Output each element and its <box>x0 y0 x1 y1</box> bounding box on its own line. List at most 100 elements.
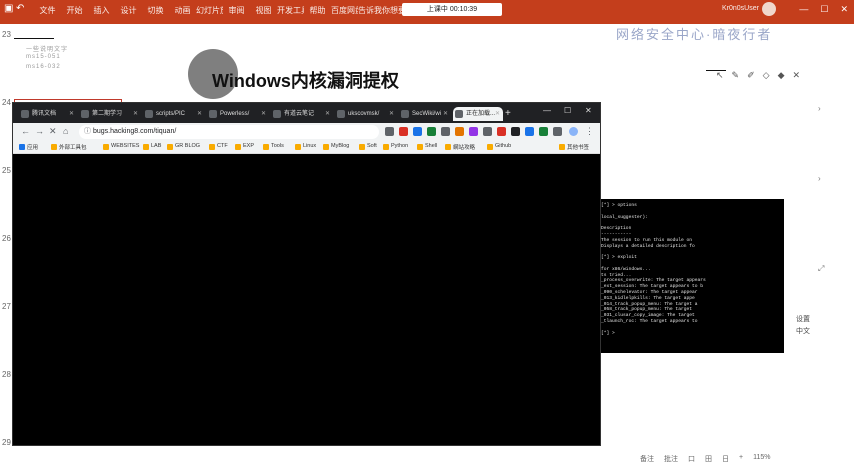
extension-icon[interactable] <box>497 127 506 136</box>
lock-icon: ⓘ <box>84 128 91 135</box>
bookmark-item[interactable]: Linux <box>295 143 316 150</box>
slide-title[interactable]: Windows内核漏洞提权 <box>212 67 399 93</box>
save-icon[interactable]: ▣ <box>4 3 13 14</box>
tab-active[interactable]: 正在加载... ✕ <box>453 107 503 121</box>
menu-view[interactable]: 视图 <box>250 5 277 16</box>
extension-icon[interactable] <box>511 127 520 136</box>
expand-icon[interactable]: ⤢ <box>818 264 824 274</box>
terminal-prompt[interactable]: [*] > <box>601 331 781 337</box>
user-name[interactable]: Kr0n0sUser <box>722 5 759 12</box>
tab[interactable]: 第二期学习 ✕ <box>79 107 141 121</box>
terminal-window[interactable]: [*] > options local_suggester): Descript… <box>598 199 784 353</box>
forward-icon[interactable]: → <box>35 126 44 136</box>
close-icon[interactable]: ✕ <box>792 70 800 81</box>
bookmark-item[interactable]: WEBSITES <box>103 143 139 150</box>
bookmark-item[interactable]: Github <box>487 143 511 150</box>
bookmark-item[interactable]: 应用 <box>19 143 38 151</box>
pen-icon[interactable]: ✎ <box>732 70 740 81</box>
menu-review[interactable]: 审阅 <box>223 5 250 16</box>
extension-icon[interactable] <box>469 127 478 136</box>
home-icon[interactable]: ⌂ <box>63 126 68 136</box>
bookmark-item[interactable]: EXP <box>235 143 254 150</box>
extension-icon[interactable] <box>455 127 464 136</box>
tab[interactable]: Powerless/ ✕ <box>207 107 269 121</box>
tab[interactable]: ukscovmsk/ ✕ <box>335 107 397 121</box>
tab[interactable]: 有道云笔记 ✕ <box>271 107 333 121</box>
bookmark-item[interactable]: 其他书签 <box>559 143 589 151</box>
menu-baidu[interactable]: 百度网盘 <box>331 5 358 16</box>
page-content[interactable] <box>13 155 600 445</box>
extension-icon[interactable] <box>427 127 436 136</box>
menu-file[interactable]: 文件 <box>34 5 61 16</box>
close-tab-icon[interactable]: ✕ <box>133 107 138 121</box>
profile-icon[interactable] <box>569 127 578 136</box>
bookmark-item[interactable]: Python <box>383 143 408 150</box>
extension-icon[interactable] <box>553 127 562 136</box>
bookmark-item[interactable]: Soft <box>359 143 377 150</box>
menu-icon[interactable]: ⋮ <box>585 126 594 137</box>
eraser-icon[interactable]: ◇ <box>763 70 770 81</box>
extension-icon[interactable] <box>539 127 548 136</box>
cursor-icon[interactable]: ↖ <box>716 70 724 81</box>
new-tab-icon[interactable]: + <box>505 108 511 119</box>
reload-icon[interactable]: ✕ <box>49 126 57 137</box>
bookmark-item[interactable]: 外部工具包 <box>51 143 87 151</box>
menu-transitions[interactable]: 切换 <box>142 5 169 16</box>
tab[interactable]: SecWiki/wi ✕ <box>399 107 451 121</box>
close-icon[interactable]: ✕ <box>840 4 848 15</box>
maximize-icon[interactable]: ☐ <box>564 106 571 115</box>
extension-icon[interactable] <box>399 127 408 136</box>
back-icon[interactable]: ← <box>21 126 30 136</box>
chevron-icon[interactable]: › <box>818 174 821 183</box>
close-tab-icon[interactable]: ✕ <box>389 107 394 121</box>
reading-view-button[interactable]: 日 <box>722 454 729 464</box>
minimize-icon[interactable]: — <box>543 106 551 115</box>
extension-icon[interactable] <box>525 127 534 136</box>
notes-button[interactable]: 备注 <box>640 454 654 464</box>
close-tab-icon[interactable]: ✕ <box>69 107 74 121</box>
menu-design[interactable]: 设计 <box>115 5 142 16</box>
extension-icon[interactable] <box>413 127 422 136</box>
bookmark-item[interactable]: LAB <box>143 143 161 150</box>
avatar[interactable] <box>762 2 776 16</box>
menu-help[interactable]: 帮助 <box>304 5 331 16</box>
bookmark-item[interactable]: 網站攻略 <box>445 143 475 151</box>
address-bar[interactable]: ⓘ bugs.hacking8.com/tiquan/ <box>79 125 379 139</box>
minimize-icon[interactable]: — <box>799 4 808 15</box>
sorter-view-button[interactable]: 田 <box>705 454 712 464</box>
zoom-in-button[interactable]: + <box>739 454 743 464</box>
menu-developer[interactable]: 开发工具 <box>277 5 304 16</box>
side-label[interactable]: 中文 <box>796 326 810 336</box>
tab-label: 第二期学习 <box>92 111 123 117</box>
comments-button[interactable]: 批注 <box>664 454 678 464</box>
menu-animations[interactable]: 动画 <box>169 5 196 16</box>
folder-icon <box>559 144 565 150</box>
normal-view-button[interactable]: 口 <box>688 454 695 464</box>
extension-icon[interactable] <box>441 127 450 136</box>
bookmark-item[interactable]: GR BLOG <box>167 143 200 150</box>
maximize-icon[interactable]: ☐ <box>820 4 828 15</box>
close-tab-icon[interactable]: ✕ <box>495 107 500 121</box>
extension-icon[interactable] <box>483 127 492 136</box>
ghost-line: 一些说明文字 <box>26 47 69 53</box>
close-tab-icon[interactable]: ✕ <box>197 107 202 121</box>
bookmark-item[interactable]: Shell <box>417 143 437 150</box>
tab[interactable]: scripts/PIC ✕ <box>143 107 205 121</box>
undo-icon[interactable]: ↶ <box>16 3 24 14</box>
highlighter-icon[interactable]: ✐ <box>747 70 755 81</box>
menu-slideshow[interactable]: 幻灯片放映 <box>196 5 223 16</box>
close-tab-icon[interactable]: ✕ <box>325 107 330 121</box>
tab[interactable]: 腾讯文档 ✕ <box>19 107 77 121</box>
menu-insert[interactable]: 插入 <box>88 5 115 16</box>
menu-home[interactable]: 开始 <box>61 5 88 16</box>
close-icon[interactable]: ✕ <box>585 106 592 115</box>
chevron-icon[interactable]: › <box>818 104 821 113</box>
close-tab-icon[interactable]: ✕ <box>443 107 448 121</box>
side-label[interactable]: 设置 <box>796 314 810 324</box>
bookmark-item[interactable]: Tools <box>263 143 284 150</box>
bookmark-star-icon[interactable] <box>385 127 394 136</box>
bookmark-item[interactable]: CTF <box>209 143 228 150</box>
color-icon[interactable]: ◆ <box>778 70 785 81</box>
bookmark-item[interactable]: MyBlog <box>323 143 349 150</box>
close-tab-icon[interactable]: ✕ <box>261 107 266 121</box>
